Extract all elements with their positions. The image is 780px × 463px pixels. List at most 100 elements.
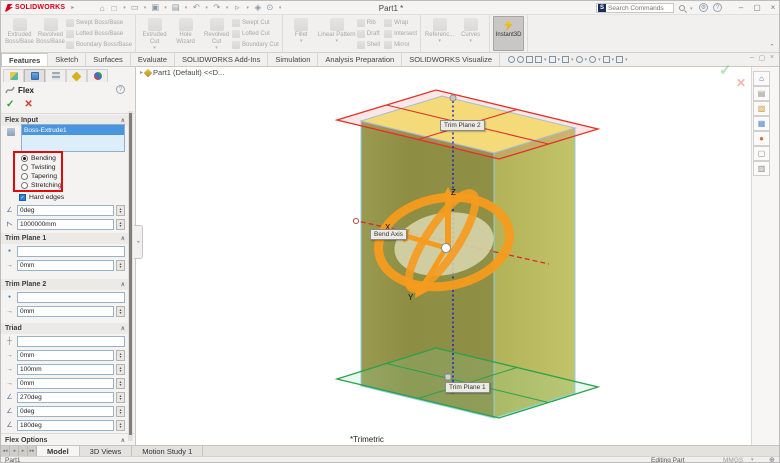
dropdown-icon[interactable]: ▾	[205, 5, 208, 11]
home-icon[interactable]	[96, 2, 108, 13]
spinner[interactable]: ▴▾	[116, 392, 125, 403]
rib-button[interactable]: Rib	[357, 18, 380, 28]
print-icon[interactable]	[170, 2, 182, 13]
edit-appearance-icon[interactable]	[589, 56, 596, 63]
ok-check-button[interactable]: ✓	[6, 99, 14, 110]
custom-properties-icon[interactable]	[753, 161, 770, 176]
boundary-cut-button[interactable]: Boundary Cut	[232, 40, 279, 50]
section-view-icon[interactable]	[535, 56, 542, 63]
dropdown-icon[interactable]: ▾	[246, 5, 249, 11]
dropdown-icon[interactable]: ▾	[544, 57, 547, 63]
view-settings-icon[interactable]	[616, 56, 623, 63]
menu-expand-icon[interactable]: ▸	[71, 4, 74, 11]
doc-close-icon[interactable]: ×	[767, 54, 777, 62]
triad-reference-input[interactable]	[17, 336, 125, 347]
spinner[interactable]: ▴▾	[116, 219, 125, 230]
bend-radius-input[interactable]: 1000000mm	[17, 219, 114, 230]
panel-scrollbar[interactable]	[128, 111, 133, 441]
hole-wizard-button[interactable]: Hole Wizard	[170, 16, 201, 51]
confirmation-corner-ok-icon[interactable]: ✓	[719, 61, 732, 79]
options-gear-icon[interactable]	[264, 2, 276, 13]
revolved-boss-base-button[interactable]: Revolved Boss/Base	[35, 16, 66, 51]
spinner[interactable]: ▴▾	[116, 350, 125, 361]
instant3d-button[interactable]: Instant3D	[493, 16, 524, 51]
dropdown-icon[interactable]: ▾	[625, 57, 628, 63]
dropdown-icon[interactable]: ▾	[153, 46, 156, 50]
triad-rotate-z-input[interactable]: 180deg	[17, 420, 114, 431]
extruded-boss-base-button[interactable]: Extruded Boss/Base	[4, 16, 35, 51]
confirmation-corner-cancel-icon[interactable]: ✕	[736, 76, 746, 90]
dropdown-icon[interactable]: ▾	[585, 57, 588, 63]
tab-analysis-preparation[interactable]: Analysis Preparation	[318, 53, 402, 66]
apply-scene-icon[interactable]	[603, 56, 610, 63]
file-explorer-icon[interactable]	[753, 101, 770, 116]
boundary-boss-base-button[interactable]: Boundary Boss/Base	[66, 40, 132, 50]
tab-evaluate[interactable]: Evaluate	[131, 53, 175, 66]
ribbon-collapse-icon[interactable]: ⌃	[769, 43, 775, 51]
dropdown-icon[interactable]: ▾	[469, 39, 472, 43]
search-commands-box[interactable]: S	[596, 3, 674, 13]
dropdown-icon[interactable]: ▾	[123, 5, 126, 11]
select-icon[interactable]	[231, 2, 243, 13]
search-input[interactable]	[608, 5, 668, 12]
triad-translate-z-input[interactable]: 0mm	[17, 378, 114, 389]
configuration-manager-tab[interactable]	[45, 69, 66, 82]
prev-tab-icon[interactable]: ◂	[10, 446, 19, 456]
search-dropdown-icon[interactable]: ▾	[690, 6, 693, 12]
rebuild-icon[interactable]	[252, 2, 264, 13]
trim-plane-1-section-header[interactable]: Trim Plane 1	[1, 233, 129, 244]
dropdown-icon[interactable]: ▾	[558, 57, 561, 63]
dropdown-icon[interactable]: ▾	[164, 5, 167, 11]
restore-button[interactable]	[750, 2, 764, 13]
units-dropdown-icon[interactable]: ▾	[751, 457, 754, 463]
dropdown-icon[interactable]: ▾	[612, 57, 615, 63]
triad-translate-y-input[interactable]: 100mm	[17, 364, 114, 375]
globe-icon[interactable]: ⊕	[769, 456, 775, 463]
feature-manager-tab[interactable]	[3, 69, 24, 82]
dropdown-icon[interactable]: ▾	[185, 5, 188, 11]
help-icon[interactable]: ?	[713, 3, 722, 12]
tab-solidworks-visualize[interactable]: SOLIDWORKS Visualize	[402, 53, 500, 66]
spinner[interactable]: ▴▾	[116, 260, 125, 271]
last-tab-icon[interactable]: ▸▸	[28, 446, 37, 456]
dropdown-icon[interactable]: ▾	[279, 5, 282, 11]
trim-plane-2-section-header[interactable]: Trim Plane 2	[1, 279, 129, 290]
scenes-icon[interactable]	[753, 146, 770, 161]
tab-features[interactable]: Features	[1, 53, 48, 66]
display-manager-tab[interactable]	[87, 69, 108, 82]
panel-splitter-handle[interactable]	[134, 225, 143, 259]
dropdown-icon[interactable]: ▾	[598, 57, 601, 63]
dropdown-icon[interactable]: ▾	[335, 39, 338, 43]
triad-rotate-y-input[interactable]: 0deg	[17, 406, 114, 417]
wrap-button[interactable]: Wrap	[384, 18, 417, 28]
cancel-x-button[interactable]: ✕	[24, 99, 32, 110]
swept-cut-button[interactable]: Swept Cut	[232, 18, 279, 28]
first-tab-icon[interactable]: ◂◂	[1, 446, 10, 456]
undo-icon[interactable]	[190, 2, 202, 13]
linear-pattern-button[interactable]: Linear Pattern▾	[317, 16, 357, 51]
tab-motion-study-1[interactable]: Motion Study 1	[132, 446, 203, 456]
scrollbar-thumb[interactable]	[129, 113, 132, 435]
previous-view-icon[interactable]	[526, 56, 533, 63]
trim-plane-2-label[interactable]: Trim Plane 2	[440, 120, 485, 131]
tab-simulation[interactable]: Simulation	[268, 53, 318, 66]
trim-plane-2-reference-input[interactable]	[17, 292, 125, 303]
new-document-icon[interactable]	[108, 2, 120, 13]
view-orientation-icon[interactable]	[549, 56, 556, 63]
doc-restore-icon[interactable]: ▢	[757, 54, 767, 62]
search-icon[interactable]	[679, 5, 685, 11]
tab-solidworks-add-ins[interactable]: SOLIDWORKS Add-Ins	[175, 53, 268, 66]
curves-button[interactable]: Curves▾	[455, 16, 486, 51]
selected-body-item[interactable]: Boss-Extrude1	[22, 125, 124, 135]
pm-help-icon[interactable]: ?	[116, 85, 125, 94]
close-button[interactable]	[766, 2, 780, 13]
lofted-cut-button[interactable]: Lofted Cut	[232, 29, 279, 39]
hide-show-items-icon[interactable]	[576, 56, 583, 63]
swept-boss-base-button[interactable]: Swept Boss/Base	[66, 18, 132, 28]
view-palette-icon[interactable]	[753, 116, 770, 131]
spinner[interactable]: ▴▾	[116, 306, 125, 317]
bodies-selection-list[interactable]: Boss-Extrude1	[21, 124, 125, 152]
dropdown-icon[interactable]: ▾	[226, 5, 229, 11]
settings-icon[interactable]: ⚙	[699, 3, 708, 12]
dropdown-icon[interactable]: ▾	[215, 46, 218, 50]
